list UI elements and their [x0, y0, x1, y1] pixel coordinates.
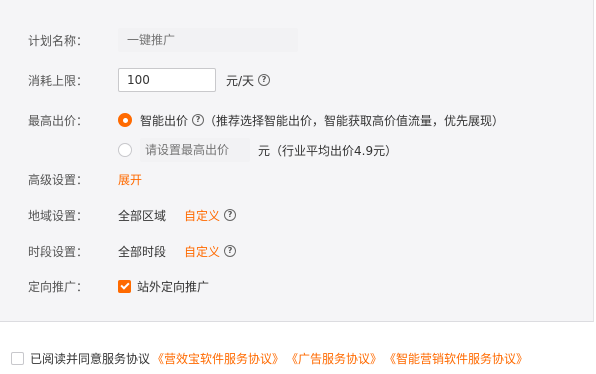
campaign-settings-panel: 计划名称： 消耗上限： 元/天 ? 最高出价： 智能出价 ? （推荐选择智能出价… — [0, 0, 594, 322]
max-bid-note: （行业平均出价4.9元） — [270, 143, 398, 158]
schedule-value: 全部时段 — [118, 244, 167, 259]
agreement-checkbox[interactable] — [11, 352, 24, 365]
targeting-label: 定向推广： — [28, 279, 89, 294]
manual-bid-radio[interactable] — [118, 143, 132, 157]
region-custom-link[interactable]: 自定义 — [184, 207, 220, 224]
question-circle-icon[interactable]: ? — [192, 114, 205, 126]
agreement-text: 已阅读并同意服务协议 — [30, 352, 151, 366]
budget-unit: 元/天 — [226, 73, 255, 88]
region-value: 全部区域 — [118, 208, 167, 223]
schedule-custom-link[interactable]: 自定义 — [184, 243, 220, 260]
max-bid-label: 最高出价： — [28, 113, 89, 128]
schedule-label: 时段设置： — [28, 244, 89, 259]
budget-input[interactable] — [118, 68, 216, 92]
advanced-label: 高级设置： — [28, 172, 89, 187]
max-bid-input[interactable] — [140, 138, 250, 162]
plan-name-input[interactable] — [118, 28, 298, 52]
targeting-row: 定向推广： 站外定向推广 — [0, 277, 593, 295]
question-circle-icon[interactable]: ? — [224, 209, 237, 221]
schedule-row: 时段设置： 全部时段 自定义 ? — [0, 242, 593, 260]
agreement-row: 已阅读并同意服务协议 《营效宝软件服务协议》 《广告服务协议》 《智能营销软件服… — [11, 350, 528, 367]
manual-bid-row: 元 （行业平均出价4.9元） — [0, 138, 593, 162]
region-row: 地域设置： 全部区域 自定义 ? — [0, 206, 593, 224]
agreement-link-smart-marketing[interactable]: 《智能营销软件服务协议》 — [384, 350, 528, 367]
plan-name-label: 计划名称： — [28, 33, 89, 48]
plan-name-row: 计划名称： — [0, 28, 593, 52]
question-circle-icon[interactable]: ? — [258, 74, 271, 86]
question-circle-icon[interactable]: ? — [224, 245, 237, 257]
advanced-row: 高级设置： 展开 — [0, 170, 593, 188]
max-bid-unit: 元 — [258, 143, 271, 158]
advanced-expand-link[interactable]: 展开 — [118, 171, 142, 188]
agreement-link-yingxiaobao[interactable]: 《营效宝软件服务协议》 — [152, 350, 284, 367]
max-bid-row: 最高出价： 智能出价 ? （推荐选择智能出价，智能获取高价值流量，优先展现） — [0, 110, 593, 130]
offsite-targeting-label: 站外定向推广 — [137, 279, 210, 294]
region-label: 地域设置： — [28, 208, 89, 223]
smart-bid-radio[interactable] — [118, 113, 132, 127]
budget-row: 消耗上限： 元/天 ? — [0, 68, 593, 92]
agreement-link-ad-service[interactable]: 《广告服务协议》 — [286, 350, 382, 367]
smart-bid-note: （推荐选择智能出价，智能获取高价值流量，优先展现） — [204, 113, 505, 128]
budget-label: 消耗上限： — [28, 73, 89, 88]
smart-bid-label: 智能出价 — [140, 113, 189, 128]
offsite-targeting-checkbox[interactable] — [118, 279, 131, 293]
